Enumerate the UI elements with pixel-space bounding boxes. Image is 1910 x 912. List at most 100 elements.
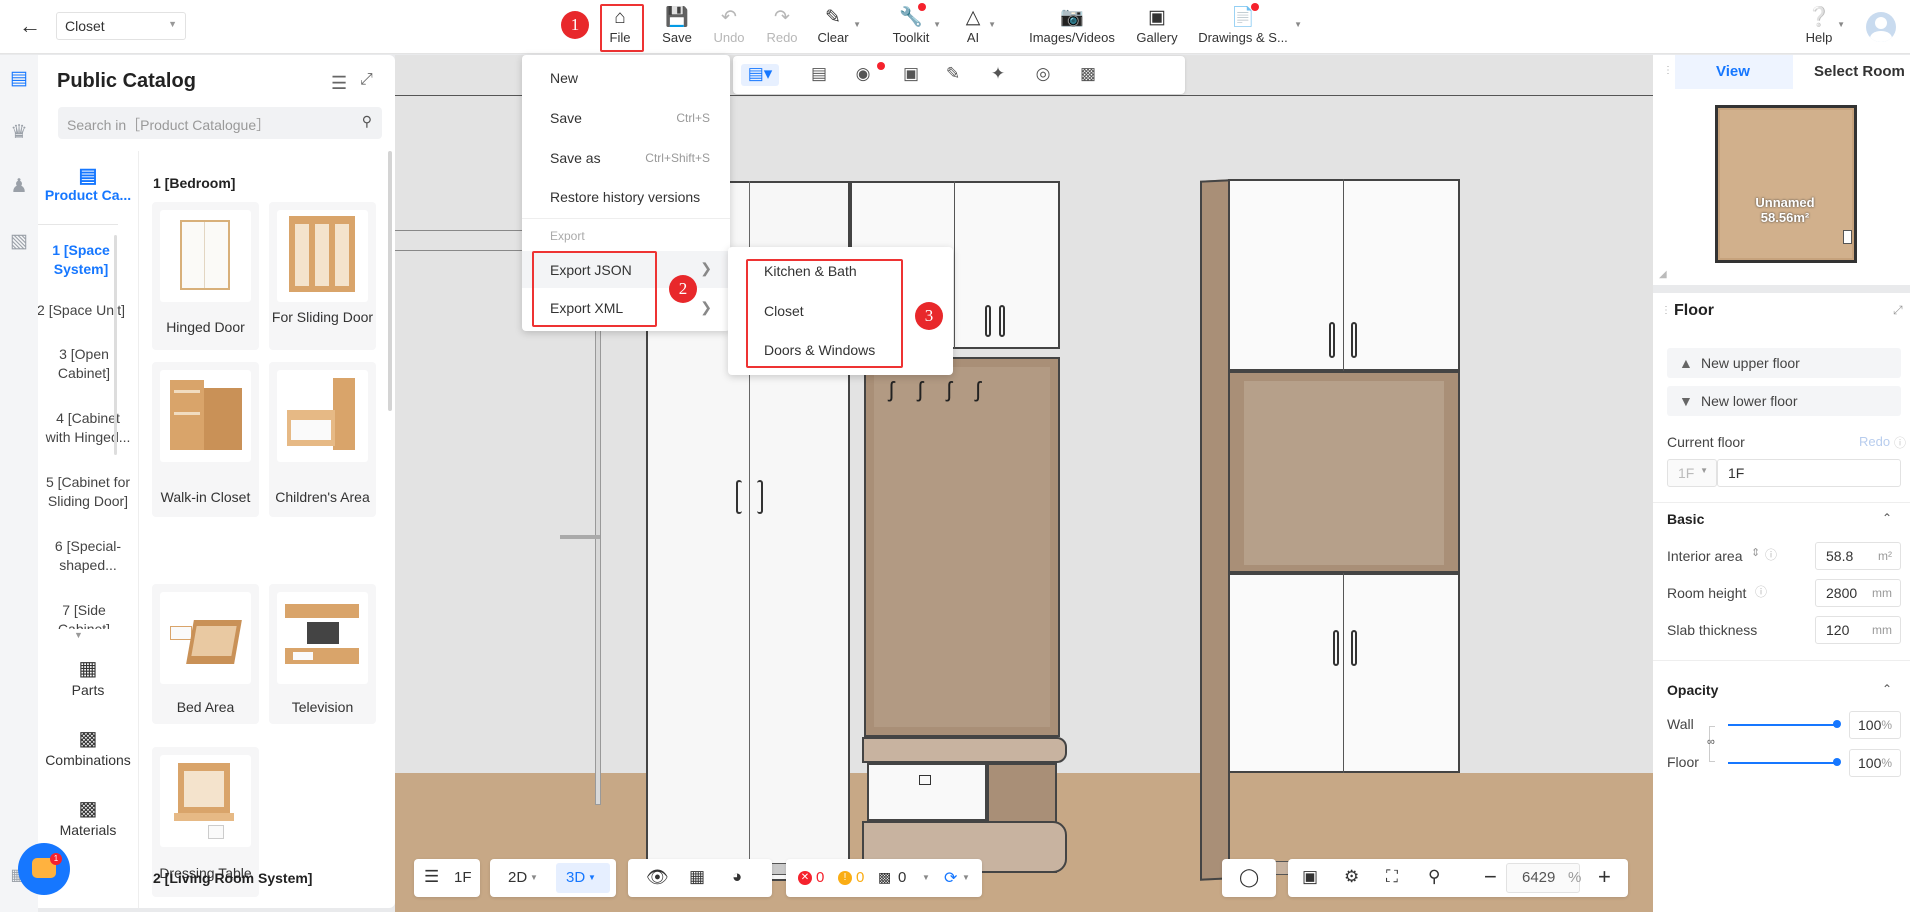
tab-select-room[interactable]: Select Room <box>1814 63 1905 80</box>
view-settings-icon[interactable]: ⚙ <box>1344 867 1359 887</box>
mode-3d[interactable]: 3D <box>566 869 585 886</box>
category-item[interactable]: 4 [Cabinet with Hinged... <box>42 409 134 447</box>
room-height-input[interactable]: 2800 mm <box>1815 579 1901 607</box>
category-item[interactable]: 7 [Side Cabinet] <box>54 601 114 629</box>
right-lower-cabinet[interactable] <box>1228 573 1460 773</box>
floor-opacity-slider[interactable] <box>1728 762 1836 764</box>
new-upper-floor-button[interactable]: ▲ New upper floor <box>1667 348 1901 378</box>
avatar[interactable] <box>1866 12 1896 42</box>
catalog-item-childrens-area[interactable]: Children's Area <box>269 362 376 517</box>
catalog-item-sliding-door[interactable]: For Sliding Door <box>269 202 376 350</box>
list-icon[interactable]: ☰ <box>331 73 347 94</box>
parts-icon: ▦ <box>78 658 98 680</box>
nav-materials[interactable]: ▩ Materials <box>38 796 138 838</box>
scroll-down-icon[interactable]: ▼ <box>74 630 83 640</box>
wall-opacity-slider[interactable] <box>1728 724 1836 726</box>
floor-opacity-input[interactable]: 100% <box>1849 749 1901 777</box>
clipboard-icon[interactable]: ▩ <box>1076 64 1100 86</box>
images-videos-button[interactable]: 📷 Images/Videos <box>1027 6 1117 50</box>
nav-parts[interactable]: ▦ Parts <box>38 656 138 698</box>
floor-switcher[interactable]: ☰ 1F <box>414 859 480 897</box>
floor-opacity-knob[interactable] <box>1833 758 1841 766</box>
nav-combinations[interactable]: ▩ Combinations <box>38 726 138 768</box>
undo-button[interactable]: ↶ Undo <box>711 6 747 50</box>
catalog-item-bed-area[interactable]: Bed Area <box>152 584 259 724</box>
catalog-item-walk-in-closet[interactable]: Walk-in Closet <box>152 362 259 517</box>
interior-area-label: Interior area <box>1667 548 1743 564</box>
user-icon[interactable]: ♟ <box>7 176 31 198</box>
issue-indicators[interactable]: ✕ 0 ! 0 ▩ 0 ▼ ⟳ ▼ <box>786 859 982 897</box>
chevron-up-icon[interactable]: ⌃ <box>1882 511 1892 525</box>
search-input[interactable]: Search in［Product Catalogue］ ⚲ <box>58 107 382 139</box>
catalog-item-television[interactable]: Television <box>269 584 376 724</box>
cube-icon[interactable]: ▦ <box>689 867 705 887</box>
clear-button[interactable]: ✎ Clear ▼ <box>815 6 861 50</box>
fit-view-icon[interactable]: ▣ <box>1302 867 1318 887</box>
redo-link[interactable]: Redo <box>1859 434 1890 449</box>
scrollbar[interactable] <box>114 235 117 455</box>
plugin-icon[interactable]: ✦ <box>986 64 1010 86</box>
paint-roller-icon[interactable]: ▤ <box>807 64 831 86</box>
toggle-icon: ◯ <box>1239 867 1260 887</box>
eye-icon[interactable]: 👁 <box>646 867 669 888</box>
slab-thickness-input[interactable]: 120 mm <box>1815 616 1901 644</box>
menu-item-save[interactable]: Save <box>550 110 582 126</box>
tab-view[interactable]: View <box>1716 63 1750 80</box>
sort-icon[interactable]: ⇕ <box>1751 546 1760 559</box>
toolkit-button[interactable]: 🔧 Toolkit ▼ <box>891 6 941 50</box>
tab-product-catalog[interactable]: ▤ Product Ca... <box>38 163 138 217</box>
floor-name-input[interactable]: 1F <box>1717 459 1901 487</box>
new-lower-floor-button[interactable]: ▼ New lower floor <box>1667 386 1901 416</box>
material-icon[interactable]: ◉ <box>851 64 875 86</box>
target-icon[interactable]: ◎ <box>1031 64 1055 86</box>
layers-icon[interactable]: ▤ <box>7 68 31 90</box>
zoom-region-icon[interactable]: ⚲ <box>1428 867 1440 887</box>
ai-button[interactable]: △ AI ▼ <box>960 6 996 50</box>
redo-button[interactable]: ↷ Redo <box>764 6 800 50</box>
toggle-settings-button[interactable]: ◯ <box>1222 859 1276 897</box>
category-item[interactable]: 3 [Open Cabinet] <box>54 345 114 383</box>
scrollbar[interactable] <box>388 151 392 411</box>
camera-marker[interactable] <box>1843 230 1852 244</box>
gallery-button[interactable]: ▣ Gallery <box>1134 6 1180 50</box>
select-box-icon[interactable]: ▣ <box>899 64 923 86</box>
back-arrow-icon[interactable]: ← <box>14 14 46 40</box>
layers-down-icon: ▼ <box>1679 393 1693 409</box>
wall-opacity-knob[interactable] <box>1833 720 1841 728</box>
dimension-icon[interactable]: ▤▾ <box>741 64 779 86</box>
crown-icon[interactable]: ♛ <box>7 122 31 144</box>
category-item[interactable]: 5 [Cabinet for Sliding Door] <box>38 473 138 511</box>
help-button[interactable]: ❔ Help ▼ <box>1803 6 1845 50</box>
menu-item-new[interactable]: New <box>550 70 578 86</box>
drawings-button[interactable]: 📄 Drawings & S... ▼ <box>1198 6 1302 50</box>
floor-select[interactable]: 1F ▼ <box>1667 459 1717 487</box>
right-upper-cabinet[interactable] <box>1228 179 1460 371</box>
chat-button[interactable]: 1 <box>18 843 70 895</box>
chevron-down-icon: ▼ <box>962 873 970 882</box>
expand-icon[interactable]: ⤢ <box>1893 303 1903 318</box>
interior-area-input[interactable]: 58.8 m² <box>1815 542 1901 570</box>
category-item[interactable]: 6 [Special-shaped... <box>48 537 128 575</box>
save-button[interactable]: 💾 Save <box>660 6 694 50</box>
measure-icon[interactable]: ✎ <box>941 64 965 86</box>
wall-opacity-input[interactable]: 100% <box>1849 711 1901 739</box>
furniture-icon[interactable]: ▧ <box>7 231 31 253</box>
zoom-in-icon[interactable]: + <box>1598 864 1611 890</box>
focus-icon[interactable]: ⛶ <box>1386 867 1398 887</box>
resize-icon[interactable]: ◢ <box>1659 269 1667 280</box>
project-select[interactable]: Closet ▼ <box>56 12 186 40</box>
chevron-up-icon[interactable]: ⌃ <box>1882 682 1892 696</box>
zoom-out-icon[interactable]: − <box>1484 864 1497 890</box>
menu-item-save-as[interactable]: Save as <box>550 150 601 166</box>
menu-item-restore-history[interactable]: Restore history versions <box>550 189 700 205</box>
catalog-item-hinged-door[interactable]: Hinged Door <box>152 202 259 350</box>
gauge-icon[interactable]: ◕ <box>732 867 742 887</box>
refresh-icon[interactable]: ⟳ <box>944 868 957 888</box>
category-item[interactable]: 2 [Space Unit] <box>38 301 136 320</box>
clear-label: Clear <box>817 30 849 45</box>
catalog-title: Public Catalog <box>57 70 196 92</box>
mode-2d[interactable]: 2D <box>508 869 527 886</box>
link-icon[interactable]: ∞ <box>1707 736 1715 748</box>
category-item[interactable]: 1 [Space System] <box>38 241 126 279</box>
collapse-icon[interactable]: ⤢ <box>360 71 373 89</box>
